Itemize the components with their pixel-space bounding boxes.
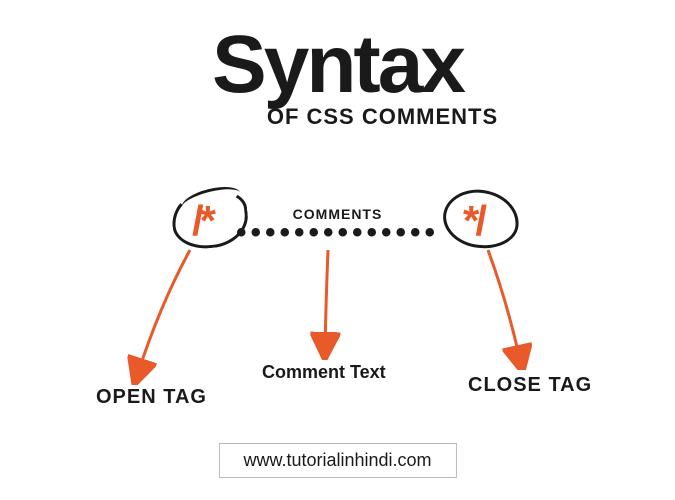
footer-url: www.tutorialinhindi.com: [218, 443, 456, 478]
arrow-open: [120, 245, 220, 385]
dots-separator: ••••••••••••••: [236, 228, 439, 237]
arrow-close: [470, 245, 550, 370]
title-block: Syntax OF CSS COMMENTS: [0, 28, 675, 130]
mid-block: COMMENTS ••••••••••••••: [236, 206, 439, 237]
open-tag-label: OPEN TAG: [96, 386, 207, 409]
syntax-row: /* COMMENTS •••••••••••••• */: [0, 195, 675, 247]
close-tag-label: CLOSE TAG: [468, 374, 592, 397]
close-symbol: */: [457, 195, 489, 247]
open-symbol-wrap: /*: [186, 195, 218, 247]
arrow-comment: [300, 245, 360, 360]
close-symbol-wrap: */: [457, 195, 489, 247]
comment-text-label: Comment Text: [262, 362, 386, 383]
main-title: Syntax: [0, 28, 675, 102]
subtitle: OF CSS COMMENTS: [90, 104, 675, 130]
open-symbol: /*: [186, 195, 218, 247]
